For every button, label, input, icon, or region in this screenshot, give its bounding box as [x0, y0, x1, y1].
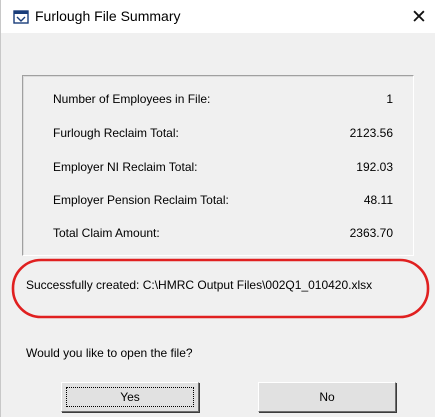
close-button[interactable]: ✕ [405, 4, 433, 30]
no-button-label: No [319, 390, 335, 404]
close-icon: ✕ [411, 6, 427, 28]
dialog-window: Furlough File Summary ✕ Number of Employ… [0, 0, 435, 417]
summary-value: 2363.70 [349, 226, 393, 240]
window-title: Furlough File Summary [35, 8, 181, 24]
summary-label: Employer NI Reclaim Total: [53, 160, 198, 174]
summary-label: Number of Employees in File: [53, 92, 211, 106]
summary-row-ni-reclaim: Employer NI Reclaim Total: 192.03 [53, 160, 393, 178]
status-message: Successfully created: C:\HMRC Output Fil… [26, 278, 373, 292]
summary-value: 1 [386, 92, 393, 106]
app-window-icon [13, 10, 29, 24]
summary-value: 48.11 [363, 193, 393, 207]
summary-label: Employer Pension Reclaim Total: [53, 193, 229, 207]
yes-button[interactable]: Yes [61, 382, 199, 412]
yes-button-label: Yes [120, 390, 140, 404]
summary-row-total-claim: Total Claim Amount: 2363.70 [53, 226, 393, 244]
summary-value: 192.03 [356, 160, 393, 174]
no-button[interactable]: No [258, 382, 396, 412]
summary-row-employees: Number of Employees in File: 1 [53, 92, 393, 110]
summary-value: 2123.56 [349, 126, 393, 140]
title-bar[interactable]: Furlough File Summary ✕ [1, 0, 435, 33]
open-file-question: Would you like to open the file? [26, 346, 193, 360]
summary-label: Total Claim Amount: [53, 226, 160, 240]
summary-panel: Number of Employees in File: 1 Furlough … [22, 75, 414, 256]
summary-row-furlough-reclaim: Furlough Reclaim Total: 2123.56 [53, 126, 393, 144]
summary-row-pension-reclaim: Employer Pension Reclaim Total: 48.11 [53, 193, 393, 211]
summary-label: Furlough Reclaim Total: [53, 126, 179, 140]
